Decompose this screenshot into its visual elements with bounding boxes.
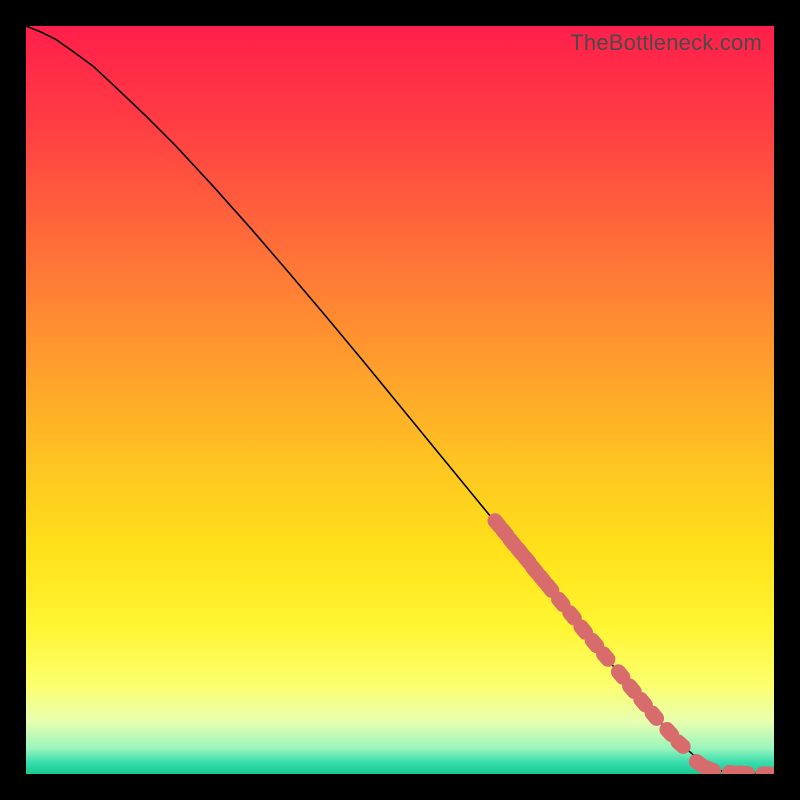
chart-frame: { "watermark": "TheBottleneck.com", "col…	[0, 0, 800, 800]
plot-area: TheBottleneck.com	[26, 26, 774, 774]
chart-svg	[26, 26, 774, 774]
gradient-background	[26, 26, 774, 774]
watermark-text: TheBottleneck.com	[570, 30, 762, 56]
